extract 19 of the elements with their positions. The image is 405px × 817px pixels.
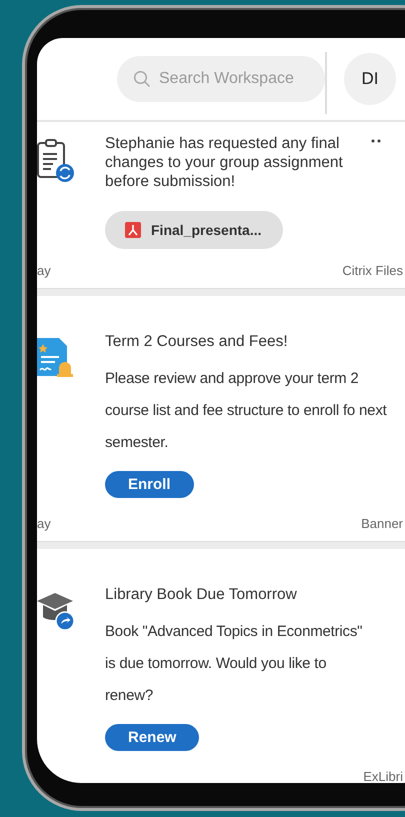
source-app: ExLibri (363, 769, 403, 783)
search-icon (133, 70, 151, 88)
source-app: Citrix Files (342, 263, 403, 278)
pdf-icon (125, 222, 141, 238)
source-app: Banner (361, 516, 403, 531)
search-field[interactable]: Search Workspace (117, 56, 325, 102)
notification-message: Please review and approve your term 2 course list and fee structure to enroll fo next semester. (105, 369, 388, 453)
action-button[interactable]: Enroll (105, 471, 194, 498)
action-button[interactable]: Renew (105, 724, 200, 751)
notification-message: Book "Advanced Topics in Econmetrics" is due tomorrow. Would you like to renew? (105, 622, 364, 706)
attachment-chip[interactable]: Final_presenta... (105, 211, 284, 249)
more-icon[interactable] (371, 139, 381, 144)
attachment-filename: Final_presenta... (151, 222, 262, 238)
notification-title: Library Book Due Tomorrow (105, 585, 298, 605)
avatar-initials[interactable]: DI (344, 53, 396, 105)
notification-message: Stephanie has requested any final changes to your group assignment before submission! (105, 134, 344, 191)
timestamp: ay (37, 516, 51, 531)
notification-title: Term 2 Courses and Fees! (105, 332, 289, 352)
timestamp: ay (37, 263, 51, 278)
